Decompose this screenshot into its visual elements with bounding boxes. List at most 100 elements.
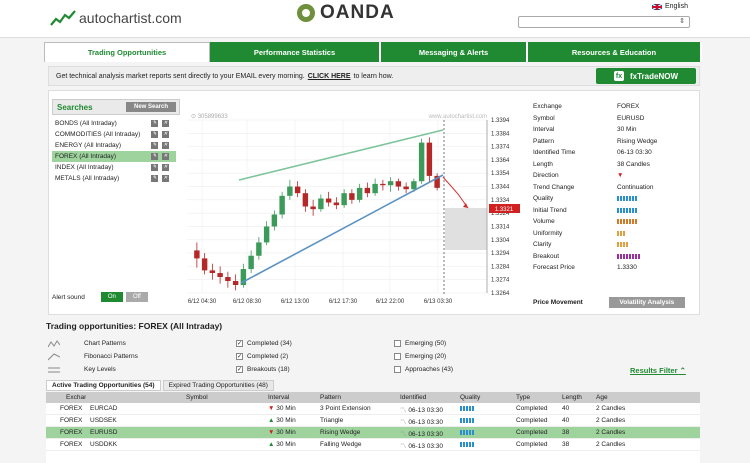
edit-icon[interactable]: ✎ xyxy=(151,153,158,160)
emerging-checkbox-row[interactable]: Emerging (20) xyxy=(394,350,446,363)
oanda-logo[interactable]: OANDA xyxy=(296,2,395,24)
language-select[interactable]: ⇕ xyxy=(518,16,690,28)
candle-body xyxy=(310,206,316,210)
tab-performance-statistics[interactable]: Performance Statistics xyxy=(210,42,381,62)
info-value-text: 30 Min xyxy=(617,126,637,134)
language-link[interactable]: English xyxy=(652,3,688,10)
price-chart[interactable]: ⊙ 305899633 www.autochartist.com 1.3394 1… xyxy=(187,105,520,305)
checkbox-unchecked-icon[interactable] xyxy=(394,340,401,347)
y-tick-label: 1.3344 xyxy=(491,185,510,191)
click-here-link[interactable]: CLICK HERE xyxy=(308,73,351,80)
checkbox-unchecked-icon[interactable] xyxy=(394,366,401,373)
rating-bar xyxy=(617,196,619,202)
rating-bar xyxy=(620,196,622,202)
search-item-forex[interactable]: FOREX (All Intraday) ✎ ✕ xyxy=(52,151,176,162)
info-row: Exchange FOREX xyxy=(533,101,698,113)
column-header[interactable]: Age xyxy=(592,394,652,401)
alert-on-button[interactable]: On xyxy=(100,292,123,302)
search-item-commodities[interactable]: COMMODITIES (All Intraday) ✎ ✕ xyxy=(52,129,176,140)
quality-bar xyxy=(463,430,465,435)
tab-resources-education[interactable]: Resources & Education xyxy=(528,42,702,62)
info-row: Quality xyxy=(533,193,698,205)
approaches-checkbox-row[interactable]: Approaches (43) xyxy=(394,363,453,376)
edit-icon[interactable]: ✎ xyxy=(151,164,158,171)
candle-body xyxy=(287,186,293,196)
edit-icon[interactable]: ✎ xyxy=(151,120,158,127)
candle-body xyxy=(349,193,355,200)
cell-text: FOREX xyxy=(60,417,83,424)
delete-icon[interactable]: ✕ xyxy=(162,153,169,160)
edit-icon[interactable]: ✎ xyxy=(151,131,158,138)
tab-active-opportunities[interactable]: Active Trading Opportunities (54) xyxy=(46,380,161,391)
results-filter-link[interactable]: Results Filter ⌃ xyxy=(630,366,686,375)
delete-icon[interactable]: ✕ xyxy=(162,164,169,171)
table-cell-identified: 〽 06-13 03:30 xyxy=(396,404,456,414)
search-list: BONDS (All Intraday) ✎ ✕ COMMODITIES (All … xyxy=(52,118,176,184)
emerging-checkbox-row[interactable]: Emerging (50) xyxy=(394,337,446,350)
direction-down-icon: ▼ xyxy=(268,405,277,412)
info-key: Pattern xyxy=(533,137,554,145)
table-row[interactable]: FOREX EURUSD ▼ 30 Min Rising Wedge 〽 06-13 0… xyxy=(46,427,700,439)
search-item-metals[interactable]: METALS (All Intraday) ✎ ✕ xyxy=(52,173,176,184)
rating-bar xyxy=(632,207,634,213)
column-header[interactable]: Exchange xyxy=(46,394,86,401)
fxtradenow-button[interactable]: fx fxTradeNOW xyxy=(596,68,696,84)
logo-text: autochartist.com xyxy=(79,10,182,26)
rating-bar xyxy=(629,253,631,259)
cell-text: FOREX xyxy=(60,441,83,448)
rating-bars xyxy=(617,219,637,225)
filter-key-levels[interactable]: Key Levels xyxy=(48,363,116,376)
search-item-bonds[interactable]: BONDS (All Intraday) ✎ ✕ xyxy=(52,118,176,129)
searches-panel: Searches New Search BONDS (All Intraday)… xyxy=(52,99,180,309)
y-tick-label: 1.3374 xyxy=(491,145,510,151)
delete-icon[interactable]: ✕ xyxy=(162,131,169,138)
delete-icon[interactable]: ✕ xyxy=(162,175,169,182)
info-key: Exchange xyxy=(533,103,562,111)
table-cell-interval: ▲ 30 Min xyxy=(264,417,316,424)
cell-text: EURCAD xyxy=(90,405,118,412)
delete-icon[interactable]: ✕ xyxy=(162,120,169,127)
table-cell-length: 38 xyxy=(558,429,592,436)
checkbox-checked-icon[interactable]: ✓ xyxy=(236,353,243,360)
search-item-index[interactable]: INDEX (All Intraday) ✎ ✕ xyxy=(52,162,176,173)
table-row[interactable]: FOREX USDDKK ▲ 30 Min Falling Wedge 〽 06-13 … xyxy=(46,439,700,451)
tab-expired-opportunities[interactable]: Expired Trading Opportunities (48) xyxy=(162,380,274,391)
completed-checkbox-row[interactable]: ✓ Completed (34) xyxy=(236,337,292,350)
column-header[interactable]: Interval xyxy=(264,394,316,401)
table-row[interactable]: FOREX EURCAD ▼ 30 Min 3 Point Extension 〽 06… xyxy=(46,403,700,415)
checkbox-checked-icon[interactable]: ✓ xyxy=(236,340,243,347)
table-row[interactable]: FOREX USDSEK ▲ 30 Min Triangle 〽 06-13 03:30… xyxy=(46,415,700,427)
cell-text: Triangle xyxy=(320,417,344,424)
filter-chart-patterns[interactable]: Chart Patterns xyxy=(48,337,126,350)
column-header[interactable]: Type xyxy=(512,394,558,401)
price-movement-link[interactable]: Price Movement xyxy=(533,299,583,306)
info-value-text: 38 Candles xyxy=(617,160,650,168)
column-header[interactable]: Identified xyxy=(396,394,456,401)
delete-icon[interactable]: ✕ xyxy=(162,142,169,149)
rating-bar xyxy=(620,230,622,236)
checkbox-unchecked-icon[interactable] xyxy=(394,353,401,360)
column-header[interactable]: Pattern xyxy=(316,394,396,401)
checkbox-checked-icon[interactable]: ✓ xyxy=(236,366,243,373)
edit-icon[interactable]: ✎ xyxy=(151,142,158,149)
edit-icon[interactable]: ✎ xyxy=(151,175,158,182)
column-header[interactable]: Symbol xyxy=(86,394,264,401)
info-key: Quality xyxy=(533,195,554,203)
quality-bar xyxy=(469,418,471,423)
tab-trading-opportunities[interactable]: Trading Opportunities xyxy=(44,42,210,62)
autochartist-logo[interactable]: autochartist.com xyxy=(50,6,182,30)
info-rows: Exchange FOREX Symbol EURUSD Interval 30 Min P… xyxy=(533,101,698,274)
tab-messaging-alerts[interactable]: Messaging & Alerts xyxy=(381,42,528,62)
completed-checkbox-row[interactable]: ✓ Completed (2) xyxy=(236,350,288,363)
volatility-analysis-button[interactable]: Volatility Analysis xyxy=(608,297,685,308)
breakouts-checkbox-row[interactable]: ✓ Breakouts (18) xyxy=(236,363,290,376)
column-header[interactable]: Length xyxy=(558,394,592,401)
rating-bar xyxy=(617,230,619,236)
column-header[interactable]: Quality xyxy=(456,394,512,401)
search-item-energy[interactable]: ENERGY (All Intraday) ✎ ✕ xyxy=(52,140,176,151)
new-search-button[interactable]: New Search xyxy=(126,102,176,112)
filter-fibonacci[interactable]: Fibonacci Patterns xyxy=(48,350,138,363)
alert-off-button[interactable]: Off xyxy=(125,292,148,302)
rating-bar xyxy=(620,219,622,225)
quality-bar xyxy=(472,418,474,423)
